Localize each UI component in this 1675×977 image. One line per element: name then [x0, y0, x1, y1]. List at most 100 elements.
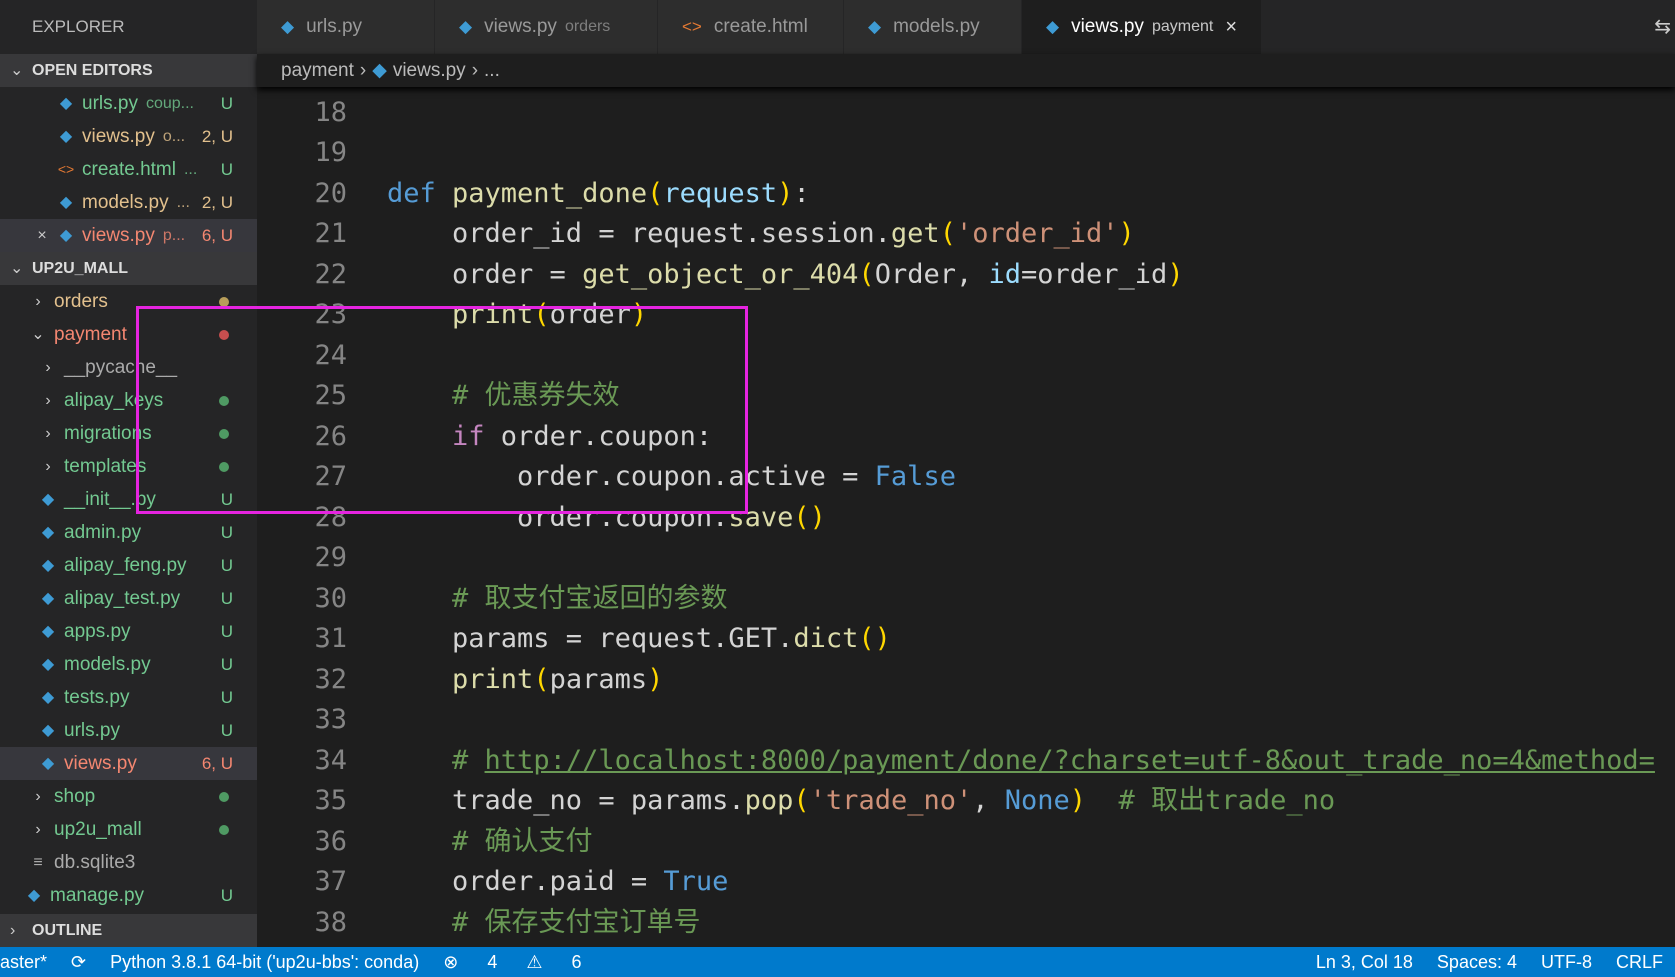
- cursor-position[interactable]: Ln 3, Col 18: [1316, 952, 1413, 973]
- code-token: (: [647, 177, 664, 209]
- python-file-icon: ◆: [59, 194, 73, 211]
- chevron-down-icon: ⌄: [10, 62, 24, 79]
- line-number: 29: [314, 542, 347, 573]
- line-number: 21: [314, 218, 347, 249]
- code-token: ): [1167, 258, 1184, 290]
- status-badge: U: [220, 886, 233, 905]
- file-lines-icon: ≡: [33, 854, 43, 871]
- tab-views-py-orders[interactable]: ◆ views.py orders: [435, 0, 658, 54]
- open-editor-item[interactable]: <> create.html... U: [0, 153, 257, 186]
- open-editor-item[interactable]: ◆ urls.py coup... U: [0, 87, 257, 120]
- code-token: pop: [744, 785, 794, 816]
- file-name: apps.py: [64, 621, 131, 642]
- open-editor-item[interactable]: ◆ models.py... 2, U: [0, 186, 257, 219]
- python-file-icon: ◆: [41, 590, 55, 607]
- code-line: 29: [257, 538, 1675, 579]
- line-number: 38: [314, 906, 347, 938]
- python-file-icon: ◆: [27, 887, 41, 904]
- tree-item-db-sqlite3[interactable]: ≡ db.sqlite3: [0, 846, 257, 879]
- tree-item-manage-py[interactable]: ◆ manage.py U: [0, 879, 257, 912]
- code-content: # 取支付宝返回的参数: [387, 579, 728, 620]
- code-token: #: [387, 744, 485, 776]
- code-token: 'trade_no': [809, 785, 973, 816]
- tree-item-urls-py[interactable]: ◆ urls.py U: [0, 714, 257, 747]
- chevron-right-icon: ›: [45, 392, 51, 409]
- code-token: trade_no = params.: [387, 785, 745, 816]
- code-line: 19: [257, 133, 1675, 174]
- tree-item-up2u-mall[interactable]: › up2u_mall: [0, 813, 257, 846]
- code-token: ,: [972, 785, 1005, 816]
- project-header[interactable]: ⌄ UP2U_MALL: [0, 252, 257, 285]
- file-name: models.py: [64, 654, 151, 675]
- status-badge: 6, U: [201, 226, 233, 245]
- breadcrumb-symbol[interactable]: ...: [484, 60, 500, 82]
- open-editors-header[interactable]: ⌄ OPEN EDITORS: [0, 54, 257, 87]
- status-badge: U: [220, 160, 233, 179]
- code-token: (: [533, 663, 550, 695]
- tab-models-py[interactable]: ◆ models.py: [844, 0, 1022, 54]
- line-number: 37: [314, 866, 347, 897]
- file-name: db.sqlite3: [54, 852, 136, 873]
- file-name: alipay_test.py: [64, 588, 181, 609]
- split-editor-icon[interactable]: ⇆: [1654, 14, 1671, 39]
- status-dot: [219, 791, 229, 802]
- line-ending[interactable]: CRLF: [1616, 952, 1663, 973]
- code-line: 36 # 确认支付: [257, 822, 1675, 863]
- tab-label: urls.py: [306, 16, 363, 37]
- chevron-right-icon: ›: [45, 359, 51, 376]
- chevron-right-icon: ›: [35, 821, 41, 838]
- breadcrumb-folder[interactable]: payment: [281, 60, 354, 82]
- indentation[interactable]: Spaces: 4: [1437, 952, 1517, 973]
- tree-item-models-py[interactable]: ◆ models.py U: [0, 648, 257, 681]
- file-name: shop: [54, 786, 96, 807]
- tab-create-html[interactable]: <> create.html: [658, 0, 844, 54]
- status-badge: U: [220, 589, 233, 608]
- tab-urls-py[interactable]: ◆ urls.py: [257, 0, 435, 54]
- close-icon[interactable]: ×: [30, 219, 54, 252]
- code-token: order.paid =: [387, 866, 664, 897]
- chevron-down-icon: ⌄: [10, 260, 24, 277]
- sync-icon[interactable]: ⟳: [71, 952, 86, 973]
- python-interpreter[interactable]: Python 3.8.1 64-bit ('up2u-bbs': conda): [110, 952, 419, 973]
- code-token: # 取支付宝返回的参数: [387, 582, 728, 614]
- error-count: 4: [487, 951, 498, 972]
- python-file-icon: ◆: [281, 17, 295, 36]
- tree-item-shop[interactable]: › shop: [0, 780, 257, 813]
- tree-item-alipay-test-py[interactable]: ◆ alipay_test.py U: [0, 582, 257, 615]
- python-file-icon: ◆: [41, 524, 55, 541]
- html-file-icon: <>: [682, 17, 702, 36]
- chevron-right-icon: ›: [45, 425, 51, 442]
- tree-item-views-py[interactable]: ◆ views.py 6, U: [0, 747, 257, 780]
- outline-header[interactable]: › OUTLINE: [0, 914, 257, 947]
- encoding[interactable]: UTF-8: [1541, 952, 1592, 973]
- status-badge: U: [220, 556, 233, 575]
- chevron-down-icon: ⌄: [31, 326, 45, 343]
- highlight-box: [136, 306, 748, 514]
- section-label: UP2U_MALL: [32, 260, 129, 277]
- tree-item-apps-py[interactable]: ◆ apps.py U: [0, 615, 257, 648]
- file-name: urls.py: [82, 93, 138, 114]
- tree-item-admin-py[interactable]: ◆ admin.py U: [0, 516, 257, 549]
- problems-indicator[interactable]: ⊗ 4 ⚠ 6: [443, 952, 605, 973]
- chevron-right-icon: ›: [471, 59, 479, 81]
- open-editor-item[interactable]: ◆ views.py o... 2, U: [0, 120, 257, 153]
- git-branch[interactable]: aster*: [0, 952, 47, 973]
- file-name: alipay_feng.py: [64, 555, 187, 576]
- code-content: params = request.GET.dict(): [387, 619, 891, 660]
- tab-views-py-payment[interactable]: ◆ views.py payment ×: [1022, 0, 1262, 54]
- code-token: http://localhost:8000/payment/done/?char…: [484, 744, 1655, 776]
- file-description: ...: [176, 194, 190, 211]
- open-editor-item[interactable]: × ◆ views.py p... 6, U: [0, 219, 257, 252]
- tree-item-tests-py[interactable]: ◆ tests.py U: [0, 681, 257, 714]
- close-icon[interactable]: ×: [1225, 16, 1237, 39]
- tree-item-alipay-feng-py[interactable]: ◆ alipay_feng.py U: [0, 549, 257, 582]
- breadcrumb: payment › ◆ views.py › ...: [257, 54, 1675, 87]
- breadcrumb-file[interactable]: views.py: [393, 60, 466, 82]
- python-file-icon: ◆: [41, 722, 55, 739]
- code-token: (: [939, 218, 956, 249]
- tab-description: payment: [1151, 18, 1214, 35]
- code-token: :: [793, 177, 810, 209]
- warning-count: 6: [571, 951, 582, 972]
- code-line: 35 trade_no = params.pop('trade_no', Non…: [257, 781, 1675, 822]
